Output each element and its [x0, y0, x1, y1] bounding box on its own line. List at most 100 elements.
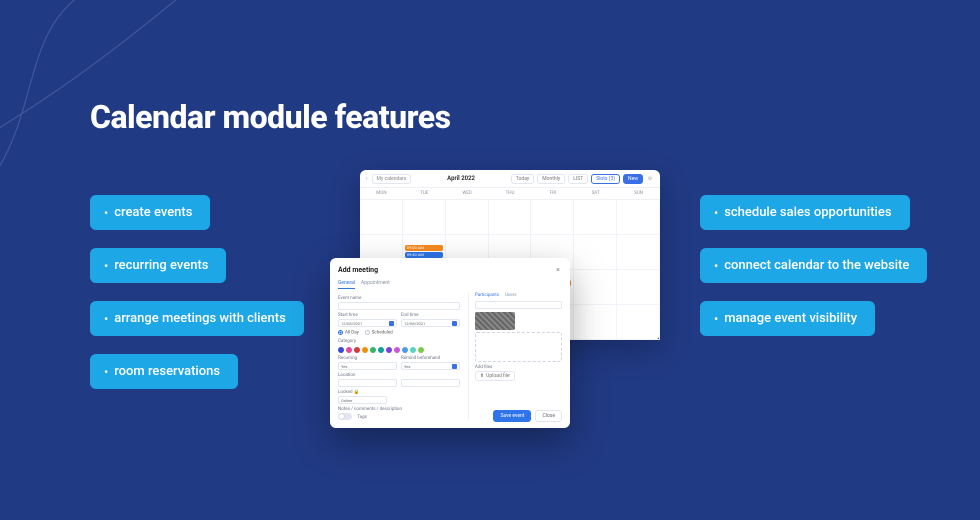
starttime-input[interactable]: 12/08/2021 — [338, 319, 397, 327]
endtime-input[interactable]: 12/08/2021 — [401, 319, 460, 327]
feature-label: connect calendar to the website — [724, 258, 909, 273]
radio-scheduled[interactable]: Scheduled — [365, 330, 393, 336]
label-eventname: Event name — [338, 296, 460, 301]
upload-button[interactable]: ⬆Upload file — [475, 371, 515, 381]
feature-chip: • connect calendar to the website — [700, 248, 927, 283]
location-input[interactable] — [338, 379, 397, 387]
modal-tabs: General Appointment — [338, 278, 562, 289]
page-title: Calendar module features — [90, 98, 451, 136]
starttime-value: 12/08/2021 — [339, 321, 362, 326]
features-left-column: •create events •recurring events •arrang… — [90, 195, 304, 389]
feature-label: recurring events — [114, 258, 208, 273]
bullet-icon: • — [714, 207, 718, 219]
label-recurring: Recurring — [338, 356, 397, 361]
close-icon[interactable]: × — [554, 266, 562, 274]
bullet-icon: • — [104, 207, 108, 219]
calendar-cell[interactable] — [574, 305, 617, 340]
feature-label: create events — [114, 205, 192, 220]
calendar-cell[interactable] — [531, 200, 574, 235]
day-label: WED — [446, 188, 489, 200]
upload-label: Upload file — [486, 373, 510, 379]
label-remind: Remind beforehand — [401, 356, 460, 361]
gear-icon[interactable]: ⚙ — [646, 175, 654, 183]
features-right-column: • schedule sales opportunities • connect c… — [700, 195, 927, 336]
feature-label: room reservations — [114, 364, 220, 379]
eventname-input[interactable] — [338, 302, 460, 310]
calendar-cell[interactable] — [617, 270, 660, 305]
calendar-cell[interactable] — [617, 200, 660, 235]
calendar-cell[interactable] — [617, 235, 660, 270]
bullet-icon: • — [104, 260, 108, 272]
feature-chip: • create events — [90, 195, 210, 230]
calendar-event[interactable]: 09:00 AM — [405, 245, 443, 251]
day-label: FRI — [531, 188, 574, 200]
calendar-cell[interactable] — [617, 305, 660, 340]
location-extra-input[interactable] — [401, 379, 460, 387]
calendar-cell[interactable] — [489, 200, 532, 235]
locked-value: Online — [339, 398, 352, 403]
calendar-month-title: April 2022 — [447, 175, 475, 182]
tab-general[interactable]: General — [338, 278, 355, 289]
label-addfiles: Add files — [475, 365, 562, 370]
remind-select[interactable]: Yes — [401, 362, 460, 370]
participants-box — [475, 332, 562, 362]
upload-icon: ⬆ — [480, 373, 484, 379]
chevron-down-icon[interactable] — [452, 364, 457, 369]
bullet-icon: • — [104, 366, 108, 378]
tab-appointment[interactable]: Appointment — [361, 278, 390, 289]
feature-chip: • schedule sales opportunities — [700, 195, 910, 230]
calendar-picker[interactable]: My calendars — [372, 174, 412, 184]
feature-label: arrange meetings with clients — [114, 311, 286, 326]
calendar-cell[interactable] — [446, 200, 489, 235]
feature-chip: •manage event visibility — [700, 301, 875, 336]
locked-select[interactable]: Online — [338, 396, 387, 404]
close-button[interactable]: Close — [535, 410, 562, 422]
radio-label: All Day — [345, 331, 359, 336]
tab-participants[interactable]: Participants — [475, 293, 499, 298]
feature-label: schedule sales opportunities — [724, 205, 891, 220]
chevron-left-icon[interactable]: ‹ — [366, 176, 368, 182]
calendar-cell[interactable] — [360, 200, 403, 235]
label-location: Location — [338, 373, 397, 378]
radio-allday[interactable]: All Day — [338, 330, 359, 336]
feature-chip: • recurring events — [90, 248, 226, 283]
notes-toggle[interactable] — [338, 413, 352, 420]
today-button[interactable]: Today — [511, 174, 534, 184]
day-label: TUE — [403, 188, 446, 200]
endtime-value: 12/08/2021 — [402, 321, 425, 326]
remind-value: Yes — [402, 364, 410, 369]
label-notes: Notes / comments / description — [338, 407, 460, 412]
calendar-cell[interactable] — [403, 200, 446, 235]
label-tags: Tags — [357, 415, 367, 420]
participant-thumb — [475, 312, 515, 330]
day-label: SAT — [574, 188, 617, 200]
view-list-button[interactable]: LIST — [568, 174, 588, 184]
calendar-cell[interactable] — [574, 270, 617, 305]
day-label: MON — [360, 188, 403, 200]
label-endtime: End time — [401, 313, 460, 318]
view-monthly-button[interactable]: Monthly — [537, 174, 565, 184]
calendar-cell[interactable] — [574, 235, 617, 270]
bullet-icon: • — [714, 260, 718, 272]
participants-input[interactable] — [475, 301, 562, 309]
day-label: THU — [489, 188, 532, 200]
view-slots-button[interactable]: Slots (3) — [591, 174, 620, 184]
label-category: Category — [338, 339, 460, 344]
calendar-cell[interactable] — [574, 200, 617, 235]
bullet-icon: • — [714, 313, 718, 325]
day-label: SUN — [617, 188, 660, 200]
feature-chip: •arrange meetings with clients — [90, 301, 304, 336]
add-meeting-modal: Add meeting × General Appointment Event … — [330, 258, 570, 428]
label-locked: Locked 🔒 — [338, 390, 460, 395]
calendar-icon[interactable] — [452, 321, 457, 326]
calendar-icon[interactable] — [389, 321, 394, 326]
recurring-value: Yes — [339, 364, 347, 369]
new-event-button[interactable]: New — [623, 174, 643, 184]
radio-label: Scheduled — [372, 331, 393, 336]
feature-chip: • room reservations — [90, 354, 238, 389]
calendar-header: ‹ My calendars April 2022 Today Monthly … — [360, 170, 660, 188]
lock-icon: 🔒 — [354, 390, 360, 395]
tab-users[interactable]: Users — [505, 293, 516, 298]
save-button[interactable]: Save event — [493, 410, 531, 422]
recurring-select[interactable]: Yes — [338, 362, 397, 370]
